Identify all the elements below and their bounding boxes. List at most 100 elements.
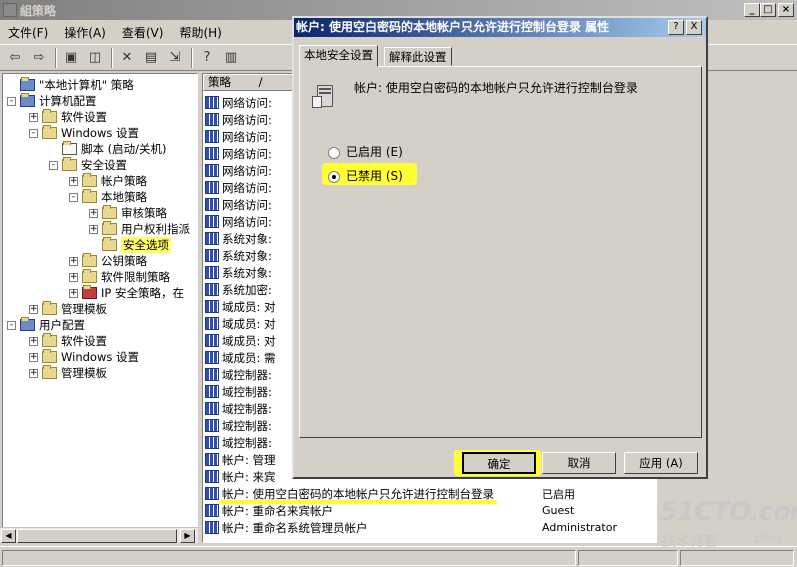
expand-icon[interactable]: + xyxy=(29,112,38,122)
tree-item-label: "本地计算机" 策略 xyxy=(39,78,134,92)
policy-name: 帐户: 使用空白密码的本地帐户只允许进行控制台登录 xyxy=(354,81,638,95)
watermark-site: 51CTO.com xyxy=(660,497,797,527)
forward-arrow-icon[interactable]: ⇨ xyxy=(28,47,50,69)
menu-view[interactable]: 查看(V) xyxy=(114,24,172,41)
tree-item[interactable]: 安全选项 xyxy=(89,237,171,253)
folder-lock-icon xyxy=(62,157,77,171)
menu-file[interactable]: 文件(F) xyxy=(0,24,56,41)
tree-item-label: 管理模板 xyxy=(61,302,107,316)
folder-icon xyxy=(82,253,97,267)
tree-item-label: 安全选项 xyxy=(121,237,171,253)
collapse-icon[interactable]: - xyxy=(7,96,16,106)
tree-item[interactable]: + 管理模板 xyxy=(29,301,107,317)
tree-item[interactable]: + 公钥策略 xyxy=(69,253,147,269)
expand-icon[interactable]: + xyxy=(29,352,38,362)
tree-item[interactable]: - 本地策略 xyxy=(69,189,147,205)
expand-icon[interactable]: + xyxy=(69,272,78,282)
app-title: 組策略 xyxy=(20,3,57,18)
tree-pane[interactable]: "本地计算机" 策略 - 计算机配置 + 软件设置 - Windows 设置 脚本 (启动/关… xyxy=(2,73,198,543)
properties-icon[interactable]: ▤ xyxy=(140,47,162,69)
expand-icon[interactable]: + xyxy=(89,208,98,218)
tree-item[interactable]: + 审核策略 xyxy=(89,205,167,221)
console-icon[interactable]: ▥ xyxy=(220,47,242,69)
tab-local-security-setting[interactable]: 本地安全设置 xyxy=(299,45,378,67)
tree-item[interactable]: - 计算机配置 xyxy=(7,93,97,109)
tree-item[interactable]: + 软件设置 xyxy=(29,109,107,125)
policy-icon xyxy=(205,419,219,432)
policy-server-icon xyxy=(312,83,338,111)
policy-icon xyxy=(205,385,219,398)
radio-disabled-circle[interactable] xyxy=(328,170,340,183)
dialog-title-bar[interactable]: 帐户: 使用空白密码的本地帐户只允许进行控制台登录 属性 xyxy=(294,18,706,37)
tree-item[interactable]: + 软件设置 xyxy=(29,333,107,349)
tree-item[interactable]: + 软件限制策略 xyxy=(69,269,170,285)
collapse-icon[interactable]: - xyxy=(49,160,58,170)
ok-button[interactable]: 确定 xyxy=(462,452,536,474)
expand-icon[interactable]: + xyxy=(89,224,98,234)
folder-icon xyxy=(82,269,97,283)
expand-icon[interactable]: + xyxy=(69,176,78,186)
tree-item[interactable]: + 用户权利指派 xyxy=(89,221,190,237)
policy-value-cell: Administrator xyxy=(542,521,617,534)
policy-icon xyxy=(205,368,219,381)
tree-item[interactable]: + 帐户策略 xyxy=(69,173,147,189)
watermark-blog: Blog xyxy=(755,531,782,545)
tree-item[interactable]: - 安全设置 xyxy=(49,157,127,173)
tree-item-label: 管理模板 xyxy=(61,366,107,380)
table-row[interactable]: 帐户: 重命名来宾帐户 Guest xyxy=(205,502,655,519)
tree-item[interactable]: 脚本 (启动/关机) xyxy=(49,141,167,157)
radio-disabled[interactable]: 已禁用 (S) xyxy=(328,167,403,184)
close-icon[interactable]: × xyxy=(778,3,794,17)
table-row[interactable]: 帐户: 使用空白密码的本地帐户只允许进行控制台登录 已启用 xyxy=(205,485,655,504)
radio-enabled[interactable]: 已启用 (E) xyxy=(328,143,403,160)
expand-icon[interactable]: + xyxy=(29,368,38,378)
folder-icon xyxy=(42,109,57,123)
dialog-close-button[interactable]: X xyxy=(686,20,702,35)
policy-value-cell: Guest xyxy=(542,504,575,517)
expand-icon[interactable]: + xyxy=(69,256,78,266)
tree-item-label: 软件设置 xyxy=(61,110,107,124)
menu-help[interactable]: 帮助(H) xyxy=(171,24,229,41)
expand-icon[interactable]: + xyxy=(29,304,38,314)
tree-item[interactable]: - Windows 设置 xyxy=(29,125,139,141)
table-row[interactable]: 帐户: 重命名系统管理员帐户 Administrator xyxy=(205,519,655,536)
tree-item-label: 安全设置 xyxy=(81,158,127,172)
show-tree-icon[interactable]: ◫ xyxy=(84,47,106,69)
collapse-icon[interactable]: - xyxy=(7,320,16,330)
cancel-button[interactable]: 取消 xyxy=(542,452,616,474)
tree-scroll-thumb[interactable] xyxy=(17,529,177,543)
collapse-icon[interactable]: - xyxy=(29,128,38,138)
expand-icon[interactable]: + xyxy=(69,288,78,298)
maximize-button[interactable]: □ xyxy=(760,3,776,17)
menu-action[interactable]: 操作(A) xyxy=(56,24,114,41)
scroll-right-icon[interactable]: ▶ xyxy=(180,529,195,543)
apply-button[interactable]: 应用 (A) xyxy=(624,452,698,474)
export-list-icon[interactable]: ⇲ xyxy=(164,47,186,69)
tree-item-label: 计算机配置 xyxy=(39,94,97,108)
folder-icon xyxy=(102,205,117,219)
tree-item-label: 软件限制策略 xyxy=(101,270,170,284)
tab-explain-setting[interactable]: 解释此设置 xyxy=(384,47,452,66)
computer-icon xyxy=(20,93,35,107)
delete-icon[interactable]: ✕ xyxy=(116,47,138,69)
tree-item[interactable]: - 用户配置 xyxy=(7,317,85,333)
policy-icon xyxy=(205,317,219,330)
up-folder-icon[interactable]: ▣ xyxy=(60,47,82,69)
tree-item[interactable]: + Windows 设置 xyxy=(29,349,139,365)
scroll-left-icon[interactable]: ◀ xyxy=(1,529,16,543)
tree-item[interactable]: + 管理模板 xyxy=(29,365,107,381)
tree-item-label: 用户权利指派 xyxy=(121,222,190,236)
toolbar-separator xyxy=(191,47,193,68)
tree-item[interactable]: "本地计算机" 策略 xyxy=(7,77,134,93)
dialog-help-button[interactable]: ? xyxy=(668,20,684,35)
collapse-icon[interactable]: - xyxy=(69,192,78,202)
radio-enabled-circle[interactable] xyxy=(328,146,340,159)
help-icon[interactable]: ? xyxy=(196,47,218,69)
back-arrow-icon[interactable]: ⇦ xyxy=(4,47,26,69)
expand-icon[interactable]: + xyxy=(29,336,38,346)
minimize-button[interactable]: _ xyxy=(744,3,760,17)
tree-item[interactable]: + IP 安全策略，在 xyxy=(69,285,184,301)
tree-scrollbar[interactable]: ◀ ▶ xyxy=(0,527,198,543)
status-cell xyxy=(2,550,576,566)
folder-icon xyxy=(42,301,57,315)
